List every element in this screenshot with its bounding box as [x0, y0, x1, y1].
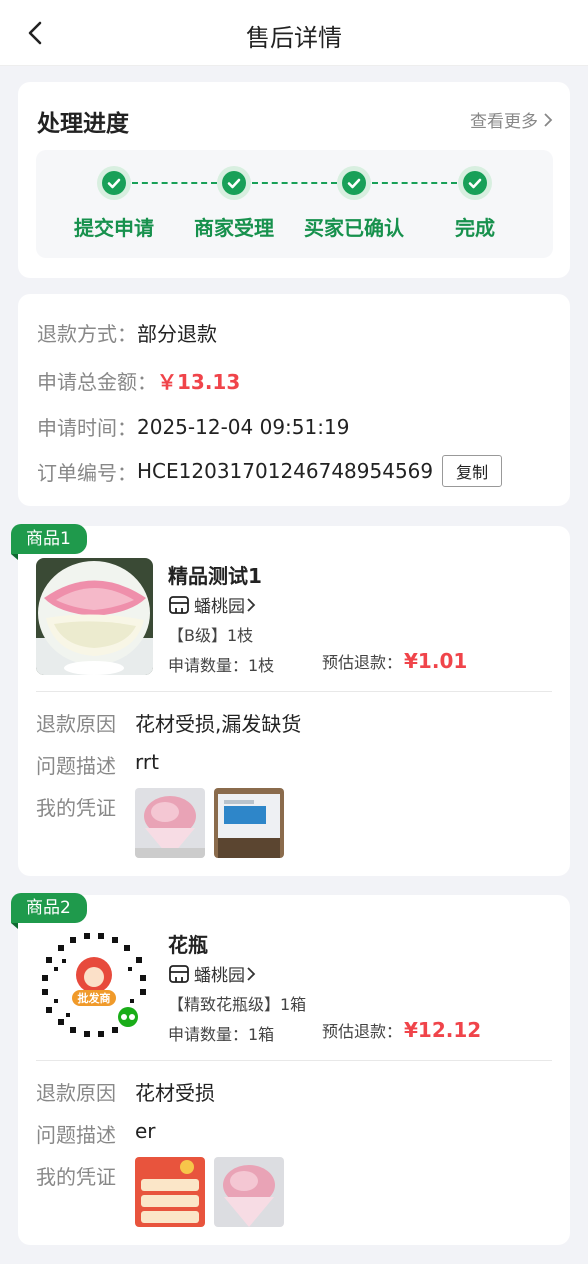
evidence-label: 我的凭证: [36, 1165, 116, 1189]
product-card: 商品2 批发商 花瓶 蟠桃园 【精致花瓶级】1箱 申请数量：1箱 预估退款： ¥…: [11, 893, 570, 1245]
product-image[interactable]: 批发商: [36, 927, 153, 1044]
refund-reason-label: 退款原因: [36, 712, 116, 736]
evidence-thumbnail[interactable]: [135, 788, 205, 858]
chevron-right-icon: [247, 597, 256, 612]
step-check-icon: [222, 171, 246, 195]
order-number-value: HCE12031701246748954569: [137, 459, 434, 483]
refund-total-value: ￥13.13: [157, 370, 241, 394]
problem-desc-value: er: [135, 1119, 156, 1143]
refund-reason-row: 退款原因 花材受损,漏发缺货: [36, 708, 301, 737]
problem-desc-value: rrt: [135, 750, 159, 774]
product-badge: 商品1: [11, 524, 87, 560]
refund-reason-value: 花材受损,漏发缺货: [135, 712, 302, 736]
apply-quantity: 申请数量：1箱: [168, 1025, 275, 1044]
apply-time-row: 申请时间： 2025-12-04 09:51:19: [37, 412, 349, 441]
chevron-right-icon: [247, 966, 256, 981]
product-card: 商品1 精品测试1 蟠桃园 【B级】1枝 申请数量：1枝 预估退款： ¥1.01…: [11, 524, 570, 876]
progress-title: 处理进度: [37, 111, 129, 137]
problem-desc-label: 问题描述: [36, 1123, 116, 1147]
estimated-refund-value: ¥12.12: [404, 1018, 482, 1042]
shop-link[interactable]: 蟠桃园: [168, 592, 261, 617]
product-spec: 【精致花瓶级】1箱: [168, 995, 307, 1014]
step-connector: [252, 182, 337, 184]
store-icon: [169, 595, 189, 614]
refund-method-row: 退款方式： 部分退款: [37, 318, 217, 347]
step-label: 买家已确认: [304, 216, 404, 240]
product-name: 花瓶: [168, 933, 208, 957]
evidence-row: 我的凭证: [36, 1161, 135, 1190]
shop-name: 蟠桃园: [194, 966, 245, 986]
step-connector: [132, 182, 217, 184]
product-name: 精品测试1: [168, 564, 262, 588]
evidence-label: 我的凭证: [36, 796, 116, 820]
evidence-row: 我的凭证: [36, 792, 135, 821]
product-spec: 【B级】1枝: [168, 626, 254, 645]
problem-desc-row: 问题描述 er: [36, 1119, 156, 1148]
divider: [36, 1060, 552, 1061]
step-label: 提交申请: [74, 216, 154, 240]
apply-time-value: 2025-12-04 09:51:19: [137, 414, 350, 439]
refund-total-label: 申请总金额：: [37, 370, 157, 394]
chevron-right-icon: [544, 112, 553, 127]
copy-button[interactable]: 复制: [442, 455, 503, 487]
refund-reason-label: 退款原因: [36, 1081, 116, 1105]
apply-quantity: 申请数量：1枝: [168, 656, 275, 675]
product-image[interactable]: [36, 558, 153, 675]
evidence-thumbnail[interactable]: [214, 1157, 284, 1227]
evidence-thumbnail[interactable]: [214, 788, 284, 858]
product-badge: 商品2: [11, 893, 87, 929]
estimated-refund: 预估退款： ¥1.01: [322, 649, 467, 673]
view-more-label: 查看更多: [470, 112, 538, 132]
evidence-thumbnail[interactable]: [135, 1157, 205, 1227]
view-more-link[interactable]: 查看更多: [470, 107, 554, 132]
shop-link[interactable]: 蟠桃园: [168, 961, 261, 986]
order-number-label: 订单编号：: [37, 460, 137, 485]
estimated-refund: 预估退款： ¥12.12: [322, 1018, 481, 1042]
apply-time-label: 申请时间：: [37, 416, 137, 440]
step-label: 完成: [455, 216, 495, 240]
progress-steps: 提交申请 商家受理 买家已确认 完成: [36, 150, 553, 258]
order-number-row: 订单编号： HCE12031701246748954569 复制: [37, 455, 503, 487]
refund-method-value: 部分退款: [137, 322, 217, 346]
estimated-refund-label: 预估退款：: [322, 653, 403, 672]
step-check-icon: [463, 171, 487, 195]
step-check-icon: [102, 171, 126, 195]
step-connector: [372, 182, 457, 184]
refund-reason-value: 花材受损: [135, 1081, 215, 1105]
problem-desc-row: 问题描述 rrt: [36, 750, 159, 779]
step-check-icon: [342, 171, 366, 195]
refund-reason-row: 退款原因 花材受损: [36, 1077, 215, 1106]
progress-card: 处理进度 查看更多 提交申请 商家受理 买家已确认 完成: [18, 82, 570, 278]
problem-desc-label: 问题描述: [36, 754, 116, 778]
page-title: 售后详情: [246, 24, 342, 52]
store-icon: [169, 964, 189, 983]
estimated-refund-label: 预估退款：: [322, 1022, 403, 1041]
estimated-refund-value: ¥1.01: [404, 649, 468, 673]
nav-header: 售后详情: [0, 0, 588, 66]
refund-info-card: 退款方式： 部分退款 申请总金额： ￥13.13 申请时间： 2025-12-0…: [18, 294, 570, 506]
divider: [36, 691, 552, 692]
qr-badge-text: 批发商: [78, 991, 111, 1005]
shop-name: 蟠桃园: [194, 597, 245, 617]
step-label: 商家受理: [194, 216, 274, 240]
refund-method-label: 退款方式：: [37, 322, 137, 346]
refund-total-row: 申请总金额： ￥13.13: [37, 366, 240, 395]
